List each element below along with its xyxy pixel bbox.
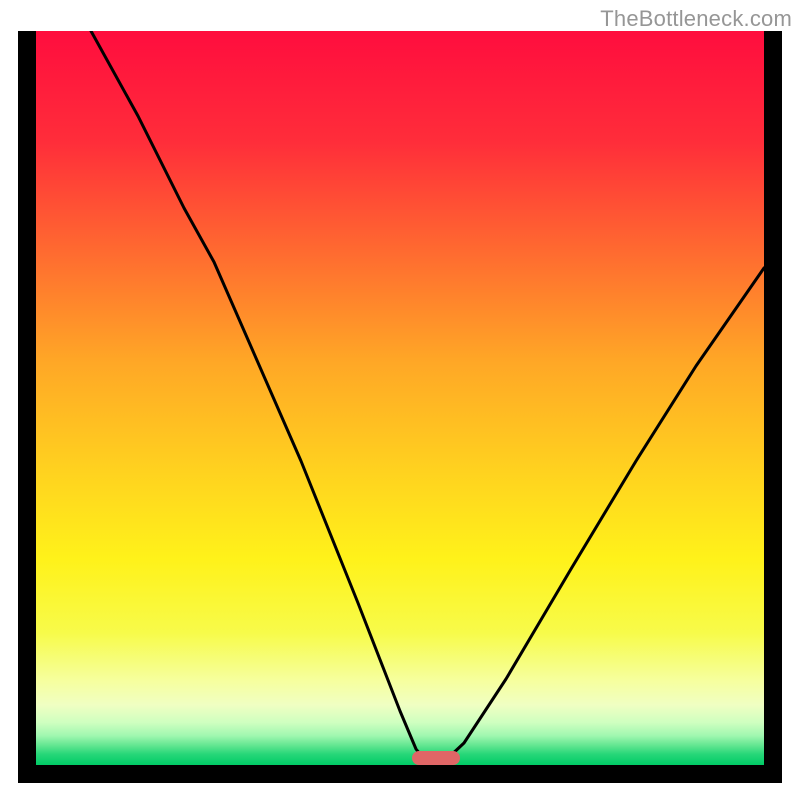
plot-area	[36, 31, 764, 765]
chart-container: TheBottleneck.com	[0, 0, 800, 800]
bottleneck-curve	[36, 31, 764, 765]
optimum-marker	[412, 751, 460, 765]
attribution-label: TheBottleneck.com	[600, 6, 792, 32]
